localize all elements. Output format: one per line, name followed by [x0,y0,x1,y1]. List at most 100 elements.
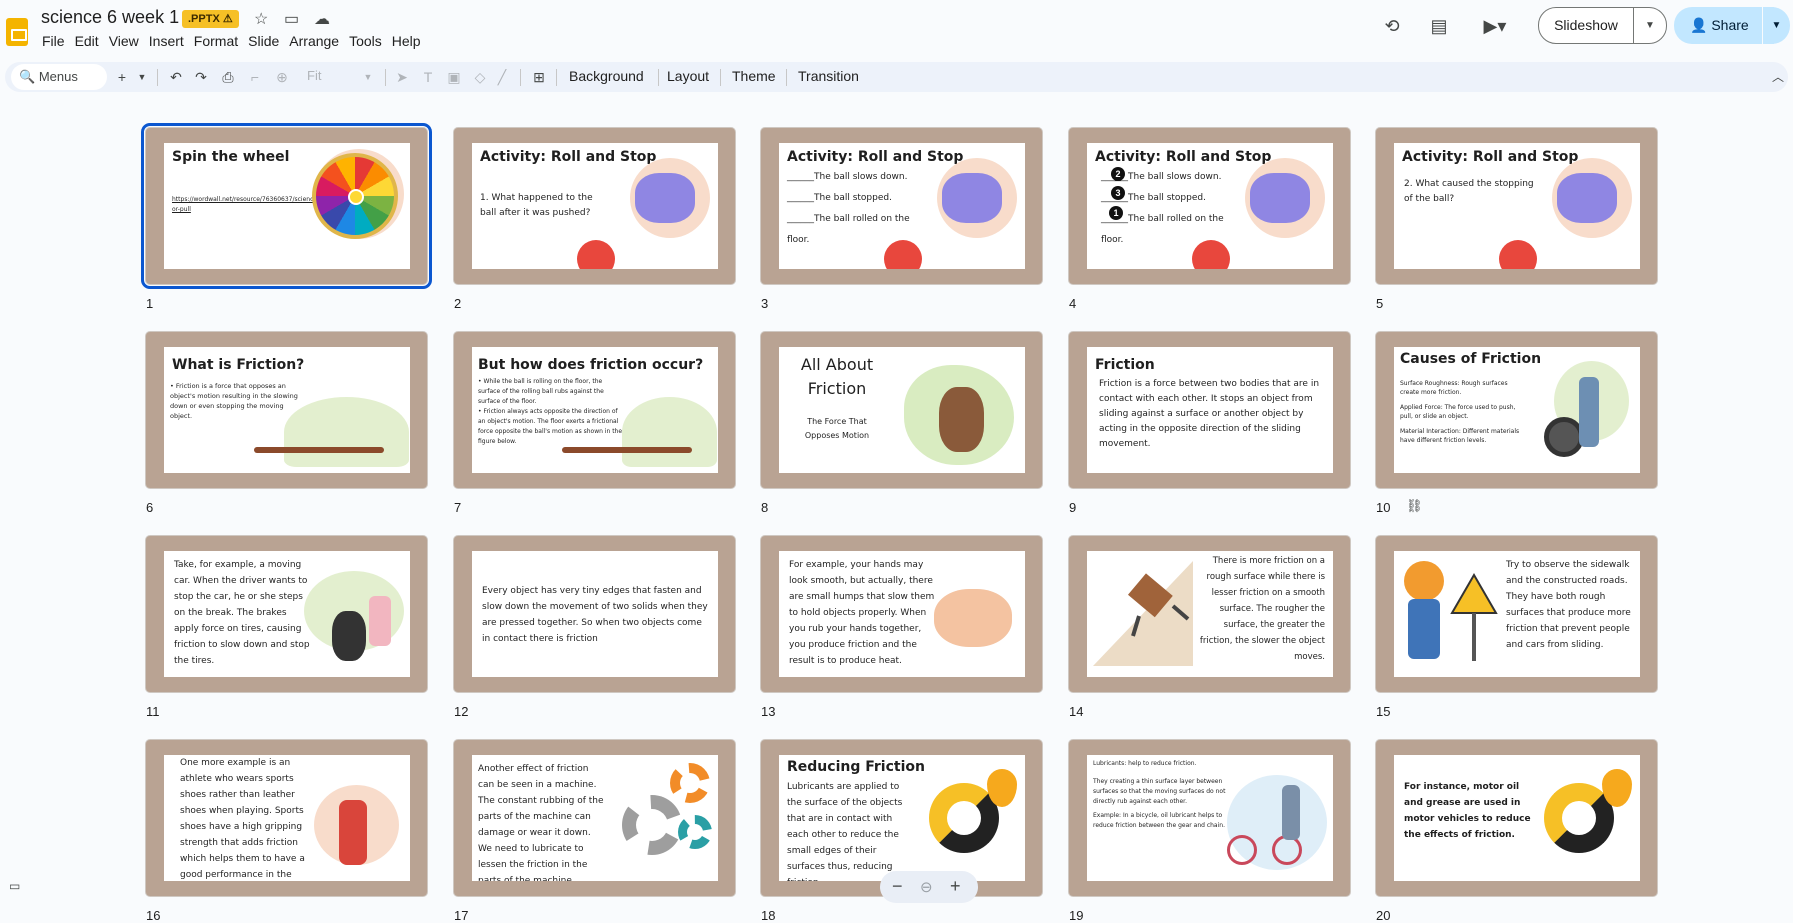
theme-button[interactable]: Theme [732,68,776,84]
slide-thumbnail-20[interactable]: For instance, motor oil and grease are u… [1375,739,1658,897]
slides-logo-icon[interactable] [6,18,28,46]
slide-thumbnail-1[interactable]: Spin the wheel https://wordwall.net/reso… [141,123,432,289]
bullet-item: • Friction always acts opposite the dire… [478,408,623,445]
menu-insert[interactable]: Insert [149,33,192,49]
paint-format-icon[interactable]: ⌐ [244,66,266,88]
move-folder-icon[interactable]: ▭ [284,9,299,29]
share-button[interactable]: 👤 Share [1674,7,1774,44]
star-icon[interactable]: ☆ [254,9,268,29]
zoom-magnifier-icon[interactable]: ⊖ [920,878,933,896]
file-type-badge[interactable]: .PPTX ⚠ [182,10,239,28]
slide-thumbnail-16[interactable]: One more example is an athlete who wears… [145,739,428,897]
slideshow-options-icon[interactable]: ▼ [1633,7,1667,44]
shape-icon[interactable]: ◇ [469,66,491,88]
slide-number: 9 [1069,500,1077,515]
zoom-dropdown-icon[interactable]: ▼ [357,66,379,88]
select-icon[interactable]: ➤ [391,66,413,88]
slide-thumbnail-15[interactable]: Try to observe the sidewalk and the cons… [1375,535,1658,693]
slide-thumbnail-11[interactable]: Take, for example, a moving car. When th… [145,535,428,693]
slide-canvas: Reducing Friction Lubricants are applied… [779,755,1025,881]
add-comment-icon[interactable]: ⊞ [528,66,550,88]
slide-thumbnail-9[interactable]: Friction Friction is a force between two… [1068,331,1351,489]
menu-edit[interactable]: Edit [75,33,107,49]
slide-body: For instance, motor oil and grease are u… [1404,782,1531,840]
menus-search[interactable]: 🔍 Menus [11,64,107,90]
zoom-icon[interactable]: ⊕ [271,66,293,88]
version-history-icon[interactable]: ⟲ [1380,14,1404,38]
slide-thumbnail-19[interactable]: Lubricants: help to reduce friction. The… [1068,739,1351,897]
worker-helmet-icon [1404,561,1444,601]
print-icon[interactable]: ⎙ [217,66,239,88]
slide-title: Reducing Friction [787,759,925,775]
new-slide-icon[interactable]: + [111,66,133,88]
slideshow-button[interactable]: Slideshow [1538,7,1634,44]
slide-number: 18 [761,908,776,923]
slide-thumbnail-7[interactable]: But how does friction occur? • While the… [453,331,736,489]
separator [786,69,787,86]
line-icon[interactable]: ╱ [491,66,513,88]
undo-icon[interactable]: ↶ [165,66,187,88]
layout-button[interactable]: Layout [667,68,709,84]
adult-helper-icon [1282,785,1300,840]
order-marker: 3 [1111,186,1125,200]
slide-number: 20 [1376,908,1391,923]
menu-format[interactable]: Format [194,33,246,49]
cloud-status-icon[interactable]: ☁ [314,9,330,29]
slide-thumbnail-8[interactable]: All About Friction The Force That Oppose… [760,331,1043,489]
red-ball-icon [1499,240,1537,269]
share-options-icon[interactable]: ▼ [1762,7,1790,44]
zoom-fit[interactable]: Fit [307,68,321,83]
speaker-notes-toggle-icon[interactable]: ▭ [9,879,20,893]
share-label: Share [1711,17,1749,33]
oil-drop-icon [987,769,1017,807]
slide-thumbnail-14[interactable]: There is more friction on a rough surfac… [1068,535,1351,693]
slide-number: 16 [146,908,161,923]
menu-help[interactable]: Help [392,33,429,49]
slide-thumbnail-2[interactable]: Activity: Roll and Stop 1. What happened… [453,127,736,285]
teal-gear-icon [678,815,712,849]
slide-number: 6 [146,500,154,515]
slide-thumbnail-12[interactable]: Every object has very tiny edges that fa… [453,535,736,693]
comments-icon[interactable]: ▤ [1427,14,1451,38]
slide-thumbnail-17[interactable]: Another effect of friction can be seen i… [453,739,736,897]
rubbing-hands-icon [934,589,1012,647]
image-icon[interactable]: ▣ [443,66,465,88]
slide-thumbnail-10[interactable]: Causes of Friction Surface Roughness: Ro… [1375,331,1658,489]
transition-button[interactable]: Transition [798,68,859,84]
menu-arrange[interactable]: Arrange [289,33,347,49]
menu-tools[interactable]: Tools [349,33,390,49]
zoom-in-icon[interactable]: + [950,876,961,897]
cause-item: Material Interaction: Different material… [1400,428,1520,444]
slide-thumbnail-5[interactable]: Activity: Roll and Stop 2. What caused t… [1375,127,1658,285]
toolbar: 🔍 Menus + ▼ ↶ ↷ ⎙ ⌐ ⊕ Fit ▼ ➤ T ▣ ◇ ╱ ⊞ … [5,62,1788,92]
redo-icon[interactable]: ↷ [190,66,212,88]
menu-view[interactable]: View [109,33,147,49]
meet-icon[interactable]: ▶▾ [1477,14,1513,38]
mechanic-icon [1579,377,1599,447]
slide-canvas: For example, your hands may look smooth,… [779,551,1025,677]
document-title[interactable]: science 6 week 1 [41,7,179,28]
slide-title: Friction [1095,357,1155,373]
slide-thumbnail-4[interactable]: Activity: Roll and Stop ______The ball s… [1068,127,1351,285]
menu-slide[interactable]: Slide [248,33,287,49]
collapse-toolbar-icon[interactable]: ︿ [1767,66,1789,88]
slide-thumbnail-13[interactable]: For example, your hands may look smooth,… [760,535,1043,693]
bowling-kid-icon [1250,173,1310,223]
link-icon[interactable]: ⛓ [1406,498,1423,514]
slide-body: 2. What caused the stopping of the ball? [1404,179,1534,204]
new-slide-layout-icon[interactable]: ▼ [131,66,153,88]
slide-subtitle: The Force That Opposes Motion [804,417,870,440]
slide-thumbnail-3[interactable]: Activity: Roll and Stop ______The ball s… [760,127,1043,285]
answer-line: ______The ball stopped. [787,193,892,203]
slide-number: 3 [761,296,769,311]
menu-file[interactable]: File [42,33,73,49]
background-button[interactable]: Background [569,68,644,84]
slide-canvas: Every object has very tiny edges that fa… [472,551,718,677]
text-box-icon[interactable]: T [417,66,439,88]
slide-body: Take, for example, a moving car. When th… [174,560,310,666]
slide-thumbnail-6[interactable]: What is Friction? • Friction is a force … [145,331,428,489]
bicycle-wheel-icon [1227,835,1257,865]
zoom-out-icon[interactable]: − [892,876,903,897]
cause-item: Surface Roughness: Rough surfaces create… [1400,380,1508,396]
slide-number: 11 [146,704,160,719]
